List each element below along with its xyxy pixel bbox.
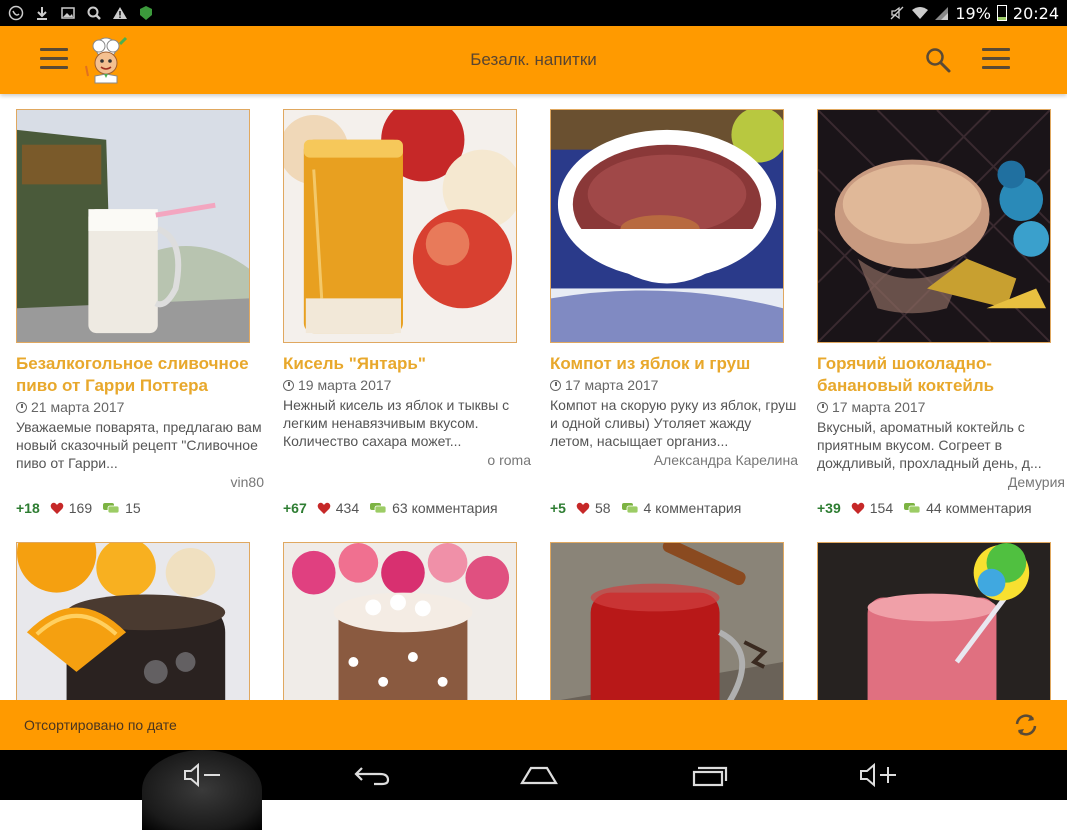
download-icon [34,5,50,21]
rating: +39 [817,500,841,516]
back-icon[interactable] [352,762,392,788]
recipe-author[interactable]: Александра Карелина [550,452,798,468]
recipe-author[interactable]: o roma [283,452,531,468]
page-title: Безалк. напитки [470,50,597,69]
volume-up-icon[interactable] [858,762,898,788]
comment-icon [621,503,638,514]
recipe-date: 17 марта 2017 [817,399,1065,415]
comments[interactable]: 44 комментария [903,500,1032,516]
likes[interactable]: 154 [851,500,893,516]
likes[interactable]: 58 [576,500,611,516]
refresh-icon[interactable] [1013,712,1039,738]
recipe-description: Компот на скорую руку из яблок, груш и о… [550,397,797,449]
recipe-photo[interactable] [817,109,1051,343]
rating: +5 [550,500,566,516]
android-icon [138,5,154,21]
recipe-card[interactable]: Кисель "Янтарь" 19 марта 2017 Нежный кис… [283,109,531,468]
recipe-card[interactable]: Горячий шоколадно-банановый коктейль 17 … [817,109,1065,490]
recipe-card[interactable]: Компот из яблок и груш 17 марта 2017 Ком… [550,109,798,468]
recipe-photo[interactable] [16,542,250,700]
clock-time: 20:24 [1012,3,1059,23]
comment-icon [370,503,387,514]
warning-icon [112,5,128,21]
signal-icon [933,5,949,21]
clock-icon [550,379,561,391]
app-bar: Безалк. напитки [0,26,1067,94]
recipe-card[interactable] [283,542,531,700]
heart-icon [50,502,64,514]
recipe-title[interactable]: Безалкогольное сливочное пиво от Гарри П… [16,353,264,397]
recipe-description: Уважаемые поварята, предлагаю вам новый … [16,419,262,471]
recipe-date: 21 марта 2017 [16,399,264,415]
recipe-stats: +67 434 63 комментария [283,500,498,516]
viber-icon [8,5,24,21]
clock-icon [283,379,294,391]
comments[interactable]: 15 [102,500,141,516]
more-icon[interactable] [982,48,1010,72]
recipe-stats: +18 169 15 [16,500,141,516]
search-icon [86,5,102,21]
recipe-stats: +5 58 4 комментария [550,500,741,516]
recipe-date: 19 марта 2017 [283,377,531,393]
recent-apps-icon[interactable] [689,762,729,788]
battery-percent: 19% [955,3,991,23]
recipe-photo[interactable] [550,542,784,700]
recipe-card[interactable]: Безалкогольное сливочное пиво от Гарри П… [16,109,264,490]
image-icon [60,5,76,21]
comment-icon [904,503,921,514]
likes[interactable]: 434 [317,500,359,516]
recipe-photo[interactable] [283,542,517,700]
recipe-author[interactable]: vin80 [16,474,264,490]
wifi-icon [911,5,929,21]
recipe-photo[interactable] [550,109,784,343]
recipe-photo[interactable] [283,109,517,343]
clock-icon [817,401,828,413]
heart-icon [851,502,865,514]
recipe-card[interactable] [550,542,798,700]
recipe-title[interactable]: Горячий шоколадно-банановый коктейль [817,353,1065,397]
recipe-author[interactable]: Демурия [817,474,1065,490]
status-bar: 19% 20:24 [0,0,1067,26]
recipe-title[interactable]: Кисель "Янтарь" [283,353,531,375]
likes[interactable]: 169 [50,500,92,516]
volume-down-icon[interactable] [182,762,222,788]
recipe-date: 17 марта 2017 [550,377,798,393]
comments[interactable]: 63 комментария [369,500,498,516]
recipe-title[interactable]: Компот из яблок и груш [550,353,798,375]
recipe-photo[interactable] [16,109,250,343]
rating: +18 [16,500,40,516]
mute-icon [889,5,905,21]
comment-icon [103,503,120,514]
heart-icon [317,502,331,514]
recipe-card[interactable] [16,542,264,700]
recipe-grid: Безалкогольное сливочное пиво от Гарри П… [0,94,1067,700]
recipe-stats: +39 154 44 комментария [817,500,1032,516]
home-icon[interactable] [519,762,559,788]
recipe-description: Нежный кисель из яблок и тыквы с легким … [283,397,510,449]
battery-icon [996,5,1007,21]
search-icon[interactable] [924,46,952,74]
comments[interactable]: 4 комментария [621,500,741,516]
recipe-card[interactable] [817,542,1065,700]
sort-label[interactable]: Отсортировано по дате [24,717,177,733]
recipe-description: Вкусный, ароматный коктейль с приятным в… [817,419,1042,471]
heart-icon [576,502,590,514]
clock-icon [16,401,27,413]
rating: +67 [283,500,307,516]
recipe-photo[interactable] [817,542,1051,700]
sort-bar: Отсортировано по дате [0,700,1067,750]
